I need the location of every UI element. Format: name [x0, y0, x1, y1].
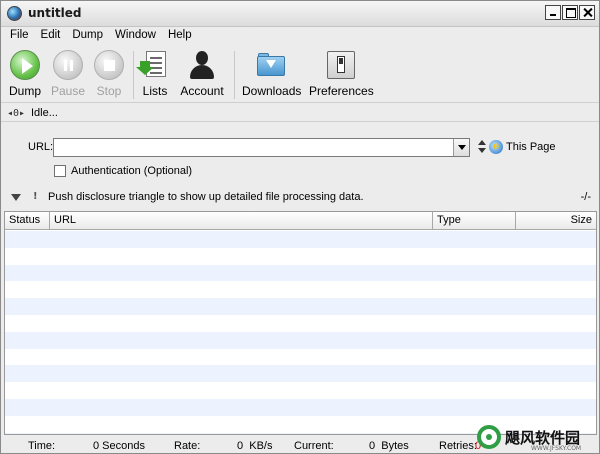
- account-button[interactable]: Account: [178, 50, 226, 98]
- menu-dump[interactable]: Dump: [66, 27, 109, 46]
- table-row: [5, 298, 596, 315]
- window-title: untitled: [28, 6, 82, 20]
- window-controls: [545, 5, 595, 20]
- close-icon[interactable]: [579, 5, 595, 20]
- time-label: Time:: [28, 440, 56, 452]
- rate-value: 0 KB/s: [237, 440, 273, 452]
- watermark: 飓风软件园 WWW.JFSKY.COM: [477, 423, 599, 453]
- file-table: Status URL Type Size: [4, 211, 597, 435]
- connection-icon: ◂0▸: [7, 108, 26, 119]
- status-line: ◂0▸ Idle...: [1, 104, 599, 122]
- url-label: URL:: [28, 141, 54, 153]
- maximize-icon[interactable]: [562, 5, 578, 20]
- table-row: [5, 231, 596, 248]
- preferences-label: Preferences: [309, 84, 374, 98]
- pause-button[interactable]: Pause: [51, 50, 85, 98]
- stop-icon: [94, 50, 124, 80]
- disclosure-hint: Push disclosure triangle to show up deta…: [48, 191, 364, 203]
- table-header: Status URL Type Size: [5, 212, 596, 230]
- lists-icon: [136, 50, 170, 80]
- time-value: 0 Seconds: [93, 440, 145, 452]
- table-row: [5, 264, 596, 282]
- authentication-checkbox[interactable]: [54, 165, 66, 177]
- lists-label: Lists: [142, 84, 168, 98]
- authentication-label[interactable]: Authentication (Optional): [71, 165, 192, 177]
- downloads-button[interactable]: Downloads: [242, 50, 302, 98]
- url-history-dropdown[interactable]: [453, 139, 469, 156]
- column-type[interactable]: Type: [433, 212, 516, 230]
- url-input[interactable]: [53, 138, 470, 157]
- rate-label: Rate:: [174, 440, 201, 452]
- toolbar: Dump Pause Stop Lists Account Downloads …: [1, 47, 599, 103]
- current-value: 0 Bytes: [369, 440, 409, 452]
- watermark-url: WWW.JFSKY.COM: [531, 445, 582, 452]
- preferences-button[interactable]: Preferences: [309, 50, 374, 98]
- table-row: [5, 365, 596, 383]
- table-row: [5, 398, 596, 416]
- minimize-icon[interactable]: [545, 5, 561, 20]
- lists-button[interactable]: Lists: [136, 50, 170, 98]
- menu-edit[interactable]: Edit: [35, 27, 67, 46]
- menu-file[interactable]: File: [4, 27, 35, 46]
- menu-help[interactable]: Help: [162, 27, 198, 46]
- table-row: [5, 281, 596, 299]
- downloads-label: Downloads: [242, 84, 302, 98]
- dump-label: Dump: [8, 84, 41, 98]
- user-icon: [187, 50, 217, 80]
- menu-bar: File Edit Dump Window Help: [1, 27, 599, 46]
- scope-label[interactable]: This Page: [506, 141, 556, 153]
- toolbar-separator: [234, 51, 235, 99]
- app-logo-icon: [7, 6, 22, 21]
- dump-button[interactable]: Dump: [8, 50, 42, 98]
- scope-stepper-icon[interactable]: [478, 140, 486, 154]
- column-url[interactable]: URL: [50, 212, 433, 230]
- table-body[interactable]: [5, 231, 596, 434]
- table-row: [5, 331, 596, 349]
- account-label: Account: [180, 84, 224, 98]
- title-bar[interactable]: untitled: [1, 1, 599, 27]
- status-text: Idle...: [31, 107, 58, 119]
- watermark-logo-icon: [477, 425, 501, 449]
- downloads-folder-icon: [256, 50, 286, 80]
- table-row: [5, 314, 596, 332]
- preferences-switch-icon: [326, 50, 356, 80]
- stop-label: Stop: [96, 84, 122, 98]
- app-window: untitled File Edit Dump Window Help Dump…: [0, 0, 600, 454]
- stop-button[interactable]: Stop: [92, 50, 126, 98]
- table-row: [5, 247, 596, 265]
- menu-window[interactable]: Window: [109, 27, 162, 46]
- disclosure-triangle-icon[interactable]: [11, 194, 21, 201]
- play-icon: [10, 50, 40, 80]
- pause-label: Pause: [51, 84, 86, 98]
- column-status[interactable]: Status: [5, 212, 50, 230]
- table-row: [5, 382, 596, 399]
- info-icon: !: [33, 191, 38, 202]
- current-label: Current:: [294, 440, 334, 452]
- toolbar-separator: [133, 51, 134, 99]
- retries-label: Retries:: [439, 440, 477, 452]
- column-size[interactable]: Size: [516, 212, 596, 230]
- pause-icon: [53, 50, 83, 80]
- table-row: [5, 348, 596, 366]
- browser-page-icon: e: [489, 140, 503, 154]
- file-progress-count: -/-: [580, 191, 591, 203]
